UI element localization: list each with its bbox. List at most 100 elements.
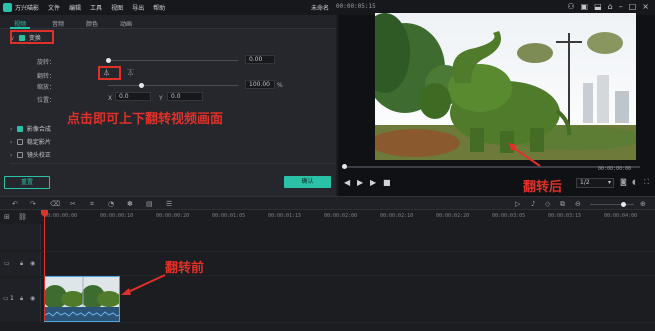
ruler-tick: 00:00:03:05 <box>492 213 526 219</box>
eye-icon[interactable]: ◉ <box>30 260 35 267</box>
close-icon[interactable]: × <box>642 2 649 11</box>
ruler-tick: 00:00:01:15 <box>268 213 302 219</box>
track-type-icon: ▭ <box>3 295 9 302</box>
topiary-elephant-image <box>375 13 636 160</box>
delete-icon[interactable]: ⌫ <box>50 200 60 208</box>
next-frame-icon[interactable]: ▶ <box>370 178 376 187</box>
preview-quality-select[interactable]: 1/2 ▾ <box>576 178 614 188</box>
chevron-down-icon: ▾ <box>607 179 611 186</box>
compositing-label: 影像合成 <box>26 126 51 133</box>
menu-file[interactable]: 文件 <box>48 3 60 12</box>
ruler-tick: 00:00:02:10 <box>380 213 414 219</box>
play-icon[interactable]: ▶ <box>357 178 363 187</box>
timeline-ruler[interactable]: ⊞ ⛓ 00:00:00:00 00:00:00:10 00:00:00:20 … <box>0 210 655 224</box>
menu-help[interactable]: 帮助 <box>153 3 165 12</box>
snap-icon[interactable]: ⧉ <box>560 200 565 209</box>
tab-animation[interactable]: 动画 <box>120 19 132 28</box>
rotate-slider[interactable] <box>108 60 238 61</box>
track-number: 1 <box>10 295 14 302</box>
zoom-slider[interactable] <box>590 204 634 205</box>
preview-timecode: 00:00:00:00 <box>598 166 632 172</box>
mic-icon[interactable]: ♪ <box>531 200 535 208</box>
ok-button[interactable]: 确认 <box>284 176 331 188</box>
user-icon[interactable]: ⚇ <box>567 2 574 11</box>
lock-icon[interactable]: 🔒︎ <box>20 260 23 268</box>
scale-slider[interactable] <box>108 85 238 86</box>
compositing-checkbox[interactable] <box>16 126 23 132</box>
maximize-icon[interactable]: □ <box>629 2 637 11</box>
chevron-right-icon: › <box>10 152 13 159</box>
position-y-input[interactable]: 0.0 <box>167 92 203 101</box>
eye-icon[interactable]: ◉ <box>30 295 35 302</box>
menu-edit[interactable]: 编辑 <box>69 3 81 12</box>
property-tabs: 视频 音频 颜色 动画 <box>0 15 336 29</box>
ruler-tick: 00:00:01:05 <box>212 213 246 219</box>
snapshot-icon[interactable]: ◙ <box>620 178 627 186</box>
position-label: 位置： <box>37 97 56 104</box>
section-compositing[interactable]: › 影像合成 <box>10 124 51 133</box>
playhead-line[interactable] <box>44 210 45 321</box>
rotate-input[interactable]: 0.00 <box>245 55 275 64</box>
color-icon[interactable]: ✽ <box>127 200 133 208</box>
undo-icon[interactable]: ↶ <box>12 200 18 208</box>
redo-icon[interactable]: ↷ <box>30 200 36 208</box>
ruler-tick: 00:00:02:00 <box>324 213 358 219</box>
render-icon[interactable]: ▷ <box>515 200 520 208</box>
add-track-icon[interactable]: ⊞ <box>4 213 10 221</box>
preview-progress-bar[interactable] <box>342 164 640 169</box>
audio-mixer-icon[interactable]: ☰ <box>166 200 172 208</box>
cart-icon[interactable]: ⌂ <box>608 2 613 11</box>
video-clip[interactable] <box>44 276 120 322</box>
zoom-in-icon[interactable]: ⊕ <box>640 200 646 208</box>
stop-icon[interactable]: ■ <box>383 178 391 187</box>
minimize-icon[interactable]: – <box>619 2 623 11</box>
rotate-slider-knob[interactable] <box>106 58 111 63</box>
project-time: 00:00:05:15 <box>336 3 376 10</box>
prev-frame-icon[interactable]: ◀ <box>344 178 350 187</box>
notification-icon[interactable]: ▣ <box>581 2 589 11</box>
tab-color[interactable]: 颜色 <box>86 19 98 28</box>
marker-icon[interactable]: ◇ <box>545 200 550 208</box>
stabilization-label: 稳定影片 <box>26 139 51 146</box>
ruler-tick: 00:00:02:20 <box>436 213 470 219</box>
volume-icon[interactable]: ◖ <box>632 178 636 186</box>
track-header-2: ▭ 🔒︎ ◉ <box>0 252 41 276</box>
cut-icon[interactable]: ✂ <box>70 200 76 208</box>
track-header-1: ▭ 1 🔒︎ ◉ <box>0 278 41 322</box>
before-annotation: 翻转前 <box>165 261 205 276</box>
fullscreen-icon[interactable]: ⛶ <box>644 178 649 187</box>
speed-icon[interactable]: ◔ <box>108 200 114 208</box>
scale-input[interactable]: 100.00 <box>245 80 275 89</box>
position-x-input[interactable]: 0.0 <box>115 92 151 101</box>
track-header-empty <box>0 224 41 250</box>
link-icon[interactable]: ⛓ <box>18 213 27 221</box>
green-screen-icon[interactable]: ▤ <box>146 200 153 208</box>
menu-view[interactable]: 视图 <box>111 3 123 12</box>
tab-audio[interactable]: 音频 <box>52 19 64 28</box>
position-y-label: Y <box>159 95 163 102</box>
track-row[interactable] <box>41 224 655 252</box>
lens-correction-label: 镜头校正 <box>26 152 51 159</box>
stabilization-checkbox[interactable] <box>16 139 23 145</box>
preview-video-frame <box>375 13 636 160</box>
section-stabilization[interactable]: › 稳定影片 <box>10 137 51 146</box>
ruler-tick: 00:00:03:15 <box>548 213 582 219</box>
position-x-label: X <box>108 95 113 102</box>
rotate-label: 旋转： <box>37 59 56 66</box>
menu-tools[interactable]: 工具 <box>90 3 102 12</box>
scale-slider-knob[interactable] <box>139 83 144 88</box>
zoom-out-icon[interactable]: ⊖ <box>575 200 581 208</box>
scale-unit: % <box>277 82 283 89</box>
lock-icon[interactable]: 🔒︎ <box>20 295 23 303</box>
zoom-slider-knob[interactable] <box>621 202 626 207</box>
save-icon[interactable]: ⬓ <box>594 2 602 11</box>
flip-horizontal-icon[interactable]: ⏄ <box>127 68 134 78</box>
project-title: 未命名 <box>311 5 330 12</box>
app-logo <box>3 3 12 12</box>
crop-icon[interactable]: ⌗ <box>90 200 94 209</box>
lens-correction-checkbox[interactable] <box>16 152 23 158</box>
section-lens-correction[interactable]: › 镜头校正 <box>10 150 51 159</box>
progress-knob[interactable] <box>342 164 347 169</box>
reset-button[interactable]: 重置 <box>4 176 50 189</box>
menu-export[interactable]: 导出 <box>132 3 144 12</box>
